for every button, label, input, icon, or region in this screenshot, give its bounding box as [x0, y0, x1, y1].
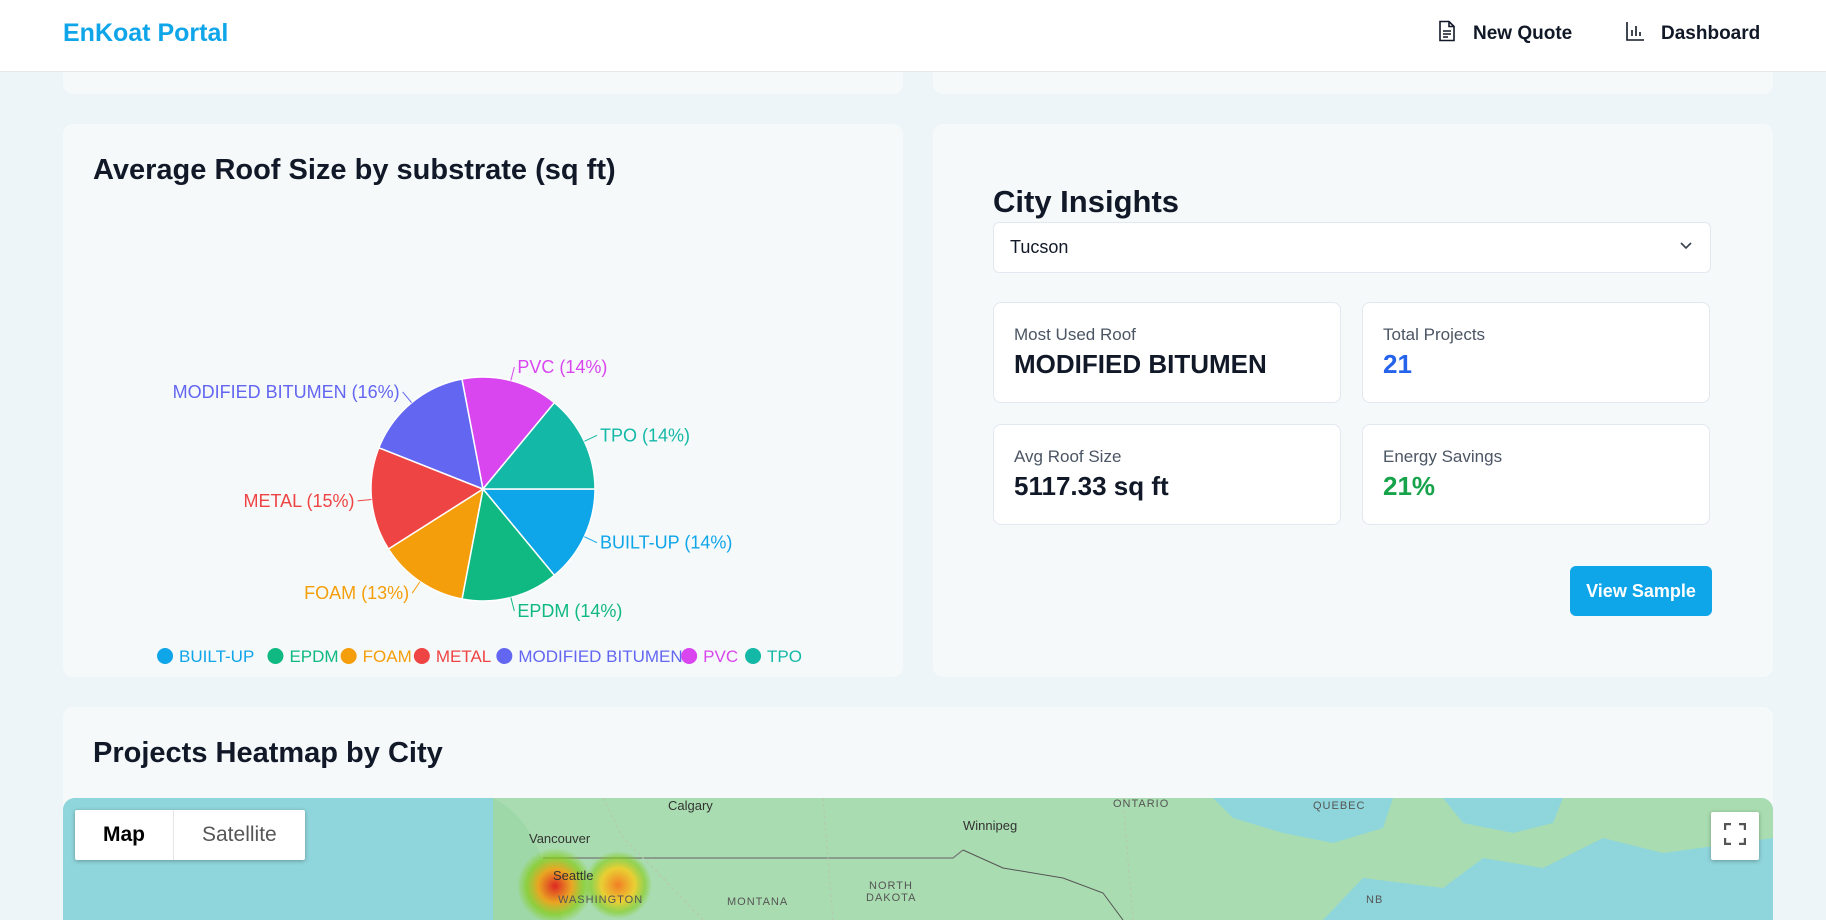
top-navigation-bar: EnKoat Portal New Quote Dashboard: [0, 0, 1826, 72]
map-type-satellite-button[interactable]: Satellite: [173, 810, 305, 860]
bar-chart-icon: [1625, 20, 1645, 48]
pie-slice-label: PVC (14%): [517, 357, 607, 377]
map-label-winnipeg: Winnipeg: [963, 818, 1018, 833]
legend-item[interactable]: MODIFIED BITUMEN: [518, 647, 682, 666]
fullscreen-icon: [1723, 822, 1747, 850]
pie-slice-label: FOAM (13%): [304, 583, 409, 603]
pie-slice-label: BUILT-UP (14%): [600, 533, 732, 553]
map-terrain: [63, 798, 1773, 920]
stat-label: Avg Roof Size: [1014, 447, 1122, 466]
map-label-vancouver: Vancouver: [529, 831, 591, 846]
pie-leader-line: [411, 581, 421, 594]
legend-swatch: [745, 648, 762, 664]
pie-leader-line: [584, 434, 598, 442]
pie-leader-line: [402, 391, 412, 404]
stat-label: Energy Savings: [1383, 447, 1503, 466]
stat-value: MODIFIED BITUMEN: [1014, 349, 1267, 379]
document-icon: [1437, 20, 1457, 48]
view-sample-button[interactable]: View Sample: [1570, 566, 1712, 616]
pie-leader-line: [510, 597, 515, 612]
map-fullscreen-button[interactable]: [1711, 812, 1759, 860]
chart-legend: BUILT-UP EPDM FOAM METAL MODIFIED BITUMEN PVC…: [157, 647, 802, 666]
pie-leader-line: [357, 499, 372, 502]
map-type-toggle: Map Satellite: [75, 810, 305, 860]
stat-energy-savings: Energy Savings 21%: [1362, 424, 1710, 525]
map-label-calgary: Calgary: [668, 798, 713, 813]
legend-swatch: [496, 648, 513, 664]
city-insights-card: City Insights Tucson Most Used Roof MODI…: [933, 124, 1773, 677]
legend-item[interactable]: EPDM: [289, 647, 338, 666]
pie-leader-line: [584, 536, 598, 544]
stat-value: 21%: [1383, 471, 1436, 501]
nav-dashboard[interactable]: Dashboard: [1625, 20, 1760, 48]
nav-dashboard-label: Dashboard: [1661, 23, 1761, 44]
legend-swatch: [157, 648, 174, 664]
chart-title: Average Roof Size by substrate (sq ft): [93, 154, 616, 186]
heatmap-title: Projects Heatmap by City: [93, 737, 443, 769]
projects-heatmap-card: Projects Heatmap by City Calgary ONTARIO…: [63, 707, 1773, 920]
city-insights-title: City Insights: [993, 184, 1180, 219]
legend-item[interactable]: FOAM: [363, 647, 412, 666]
map-label-quebec: QUEBEC: [1313, 800, 1366, 812]
legend-swatch: [340, 648, 357, 664]
legend-swatch: [267, 648, 284, 664]
pie-slice-label: TPO (14%): [600, 425, 690, 445]
chevron-down-icon: [1678, 237, 1694, 258]
map-label-north-dakota-1: NORTH: [869, 880, 913, 892]
stat-value: 5117.33 sq ft: [1014, 471, 1169, 501]
stat-label: Most Used Roof: [1014, 325, 1136, 344]
roof-size-chart-card: Average Roof Size by substrate (sq ft) B…: [63, 124, 903, 677]
legend-item[interactable]: METAL: [436, 647, 491, 666]
legend-item[interactable]: TPO: [767, 647, 802, 666]
map-type-map-button[interactable]: Map: [75, 810, 173, 860]
map-label-washington: WASHINGTON: [558, 894, 644, 906]
pie-slice-label: MODIFIED BITUMEN (16%): [173, 382, 400, 402]
pie-chart: BUILT-UP (14%) EPDM (14%) FOAM (13%) METAL …: [157, 357, 802, 666]
pie-leader-line: [510, 366, 515, 381]
city-select-value: Tucson: [1010, 237, 1069, 257]
map-label-north-dakota-2: DAKOTA: [866, 892, 917, 904]
map-label-nb: NB: [1366, 894, 1384, 906]
stat-total-projects: Total Projects 21: [1362, 302, 1710, 403]
legend-swatch: [413, 648, 430, 664]
city-select[interactable]: Tucson: [993, 222, 1711, 273]
stat-most-used-roof: Most Used Roof MODIFIED BITUMEN: [993, 302, 1341, 403]
legend-swatch: [681, 648, 698, 664]
map-label-ontario: ONTARIO: [1113, 798, 1170, 810]
stat-label: Total Projects: [1383, 325, 1486, 344]
stat-value: 21: [1383, 349, 1412, 379]
legend-item[interactable]: BUILT-UP: [179, 647, 254, 666]
brand-logo[interactable]: EnKoat Portal: [63, 19, 228, 48]
map-label-montana: MONTANA: [727, 896, 789, 908]
nav-new-quote-label: New Quote: [1473, 23, 1573, 44]
pie-slice-label: METAL (15%): [244, 491, 355, 511]
heatmap-map[interactable]: Calgary ONTARIO QUEBEC Vancouver Winnipe…: [63, 798, 1773, 920]
legend-item[interactable]: PVC: [703, 647, 738, 666]
map-label-seattle: Seattle: [553, 868, 594, 883]
stat-avg-roof-size: Avg Roof Size 5117.33 sq ft: [993, 424, 1341, 525]
nav-new-quote[interactable]: New Quote: [1437, 20, 1572, 48]
pie-slice-label: EPDM (14%): [517, 601, 622, 621]
